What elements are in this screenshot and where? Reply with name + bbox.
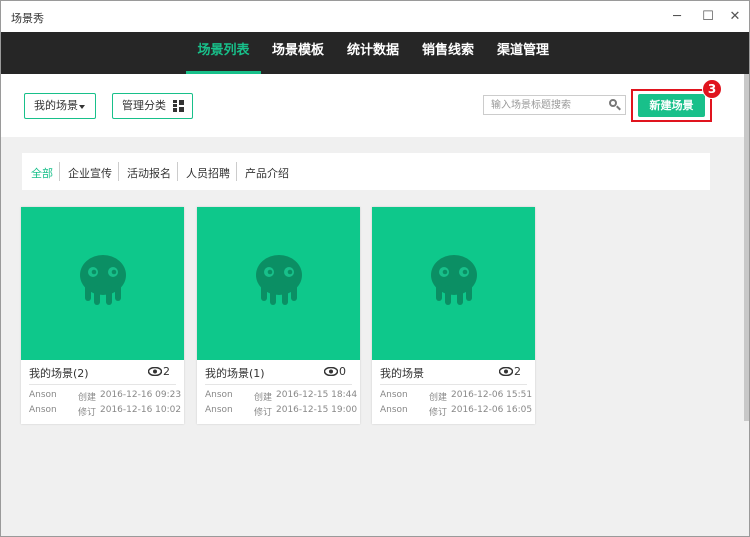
my-scenes-label: 我的场景 xyxy=(34,99,78,112)
modified-label: 修订 xyxy=(78,408,97,418)
maximize-button[interactable]: ☐ xyxy=(693,7,723,27)
scene-title[interactable]: 我的场景 xyxy=(380,365,424,381)
manage-categories-label: 管理分类 xyxy=(122,99,166,112)
author: Anson xyxy=(380,405,408,415)
modified-date: 2016-12-06 16:05 xyxy=(451,405,533,415)
search-input[interactable] xyxy=(484,96,606,114)
grid-icon xyxy=(173,100,184,112)
divider xyxy=(380,384,527,385)
window-title: 场景秀 xyxy=(11,12,44,25)
modified-date: 2016-12-16 10:02 xyxy=(100,405,182,415)
my-scenes-dropdown[interactable]: 我的场景 xyxy=(24,93,96,119)
view-count-value: 0 xyxy=(339,365,346,378)
nav-tab-statistics[interactable]: 统计数据 xyxy=(342,32,404,74)
octopus-icon xyxy=(80,255,126,305)
caret-down-icon xyxy=(79,105,85,109)
vertical-scrollbar[interactable] xyxy=(744,74,749,421)
author: Anson xyxy=(205,390,233,400)
app-window: 场景秀 ─ ☐ ✕ 场景列表 场景模板 统计数据 销售线索 渠道管理 我的场景 … xyxy=(0,0,750,537)
divider xyxy=(177,162,178,181)
scene-thumbnail[interactable] xyxy=(372,207,535,360)
new-scene-button[interactable]: 新建场景 xyxy=(638,94,705,117)
view-count-value: 2 xyxy=(514,365,521,378)
manage-categories-button[interactable]: 管理分类 xyxy=(112,93,193,119)
created-date: 2016-12-06 15:51 xyxy=(451,390,533,400)
divider xyxy=(59,162,60,181)
scene-title[interactable]: 我的场景(1) xyxy=(205,365,265,381)
divider xyxy=(205,384,352,385)
created-label: 创建 xyxy=(254,393,273,403)
category-product[interactable]: 产品介绍 xyxy=(245,165,289,181)
scene-thumbnail[interactable] xyxy=(21,207,184,360)
search-icon[interactable] xyxy=(609,99,621,111)
title-bar: 场景秀 ─ ☐ ✕ xyxy=(1,1,749,32)
nav-tab-scene-templates[interactable]: 场景模板 xyxy=(267,32,329,74)
eye-icon xyxy=(499,367,513,376)
scene-card[interactable]: 我的场景(2) 2 Anson Anson 创建 2016-12-16 09:2… xyxy=(21,207,184,424)
divider xyxy=(29,384,176,385)
category-event-signup[interactable]: 活动报名 xyxy=(127,165,171,181)
author: Anson xyxy=(29,405,57,415)
view-count: 2 xyxy=(148,365,170,378)
modified-label: 修订 xyxy=(429,408,448,418)
view-count: 0 xyxy=(324,365,346,378)
step-badge: 3 xyxy=(702,79,722,99)
toolbar: 我的场景 管理分类 新建场景 xyxy=(1,74,749,137)
category-all[interactable]: 全部 xyxy=(31,165,53,181)
main-nav: 场景列表 场景模板 统计数据 销售线索 渠道管理 xyxy=(1,32,749,74)
scene-card[interactable]: 我的场景 2 Anson Anson 创建 2016-12-06 15:51 修… xyxy=(372,207,535,424)
octopus-icon xyxy=(431,255,477,305)
divider xyxy=(236,162,237,181)
scene-thumbnail[interactable] xyxy=(197,207,360,360)
view-count: 2 xyxy=(499,365,521,378)
modified-label: 修订 xyxy=(254,408,273,418)
close-button[interactable]: ✕ xyxy=(720,7,749,27)
nav-tab-scene-list[interactable]: 场景列表 xyxy=(186,32,261,74)
nav-tab-channel-management[interactable]: 渠道管理 xyxy=(492,32,554,74)
nav-tab-sales-leads[interactable]: 销售线索 xyxy=(417,32,479,74)
eye-icon xyxy=(148,367,162,376)
scene-title[interactable]: 我的场景(2) xyxy=(29,365,89,381)
author: Anson xyxy=(380,390,408,400)
category-recruitment[interactable]: 人员招聘 xyxy=(186,165,230,181)
scene-card[interactable]: 我的场景(1) 0 Anson Anson 创建 2016-12-15 18:4… xyxy=(197,207,360,424)
eye-icon xyxy=(324,367,338,376)
created-label: 创建 xyxy=(78,393,97,403)
created-date: 2016-12-15 18:44 xyxy=(276,390,358,400)
category-bar: 全部 企业宣传 活动报名 人员招聘 产品介绍 xyxy=(22,153,710,190)
minimize-button[interactable]: ─ xyxy=(662,7,692,27)
category-corporate[interactable]: 企业宣传 xyxy=(68,165,112,181)
view-count-value: 2 xyxy=(163,365,170,378)
author: Anson xyxy=(205,405,233,415)
octopus-icon xyxy=(256,255,302,305)
author: Anson xyxy=(29,390,57,400)
created-label: 创建 xyxy=(429,393,448,403)
search-box xyxy=(483,95,626,115)
modified-date: 2016-12-15 19:00 xyxy=(276,405,358,415)
created-date: 2016-12-16 09:23 xyxy=(100,390,182,400)
divider xyxy=(118,162,119,181)
